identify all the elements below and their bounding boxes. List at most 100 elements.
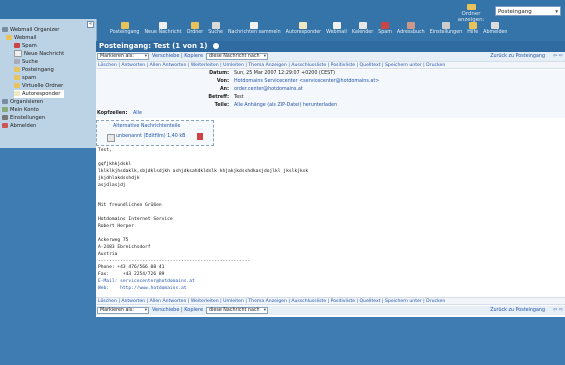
header-from: Von: Hotdomains Servicecenter <servicece… — [96, 78, 565, 86]
bottom-control-row: Markieren als: Verschiebe | Kopiere dies… — [96, 306, 565, 315]
body-line: lklklkjhsdaklk,sbjdklsdjkh ashjdksahdkld… — [98, 168, 309, 174]
toolbar-addressbook[interactable]: Adressbuch — [397, 22, 425, 38]
mark-as-select-bottom[interactable]: Markieren als: — [97, 307, 149, 314]
sidebar-item-inbox[interactable]: Posteingang — [14, 66, 54, 74]
action-links-top[interactable]: Löschen | Antworten | Allen Antworten | … — [96, 61, 565, 69]
organize-icon — [2, 99, 8, 104]
message-nav-arrows-bottom-icon[interactable]: ⇦ ⇨ — [553, 307, 563, 314]
search-icon — [211, 22, 220, 29]
toolbar-settings[interactable]: Einstellungen — [430, 22, 462, 38]
document-icon — [107, 134, 115, 142]
to-address-link[interactable]: order.center@hotdomains.at — [234, 86, 303, 94]
attachment-link[interactable]: unbenannt (Editfilm) 1,40 kB — [116, 134, 185, 139]
spam-icon — [381, 22, 390, 29]
folder-icon — [14, 75, 20, 80]
attachment-box: Alternative Nachrichtenteile unbenannt (… — [96, 120, 214, 146]
sidebar-item-spam[interactable]: Spam — [14, 42, 37, 50]
message-nav-arrows-icon[interactable]: ⇦ ⇨ — [553, 53, 563, 60]
folder-picker[interactable]: Ordner anzeigen: — [449, 4, 493, 23]
move-target-select-bottom[interactable]: diese Nachricht nach — [206, 307, 268, 314]
message-view: Posteingang: Test (1 von 1) Markieren al… — [96, 41, 565, 317]
sidebar-item-new-message[interactable]: Neue Nachricht — [14, 50, 64, 58]
header-date: Datum: Sun, 25 Mar 2007 12:29:07 +0200 (… — [96, 70, 565, 78]
show-all-headers-link[interactable]: Alle — [133, 110, 142, 118]
sidebar-item-spam-folder[interactable]: spam — [14, 74, 36, 82]
sidebar-item-autoresponder[interactable]: Autoresponder — [14, 90, 65, 98]
sidebar-item-organize[interactable]: Organisieren — [2, 98, 43, 106]
autoresponder-icon — [299, 22, 308, 29]
from-address-link[interactable]: Hotdomains Servicecenter <servicecenter@… — [234, 78, 379, 86]
move-copy-link-bottom[interactable]: Verschiebe | Kopiere — [152, 307, 203, 314]
sidebar-item-webmail[interactable]: Webmail — [6, 34, 36, 42]
webmail-icon — [6, 35, 12, 40]
new-message-icon — [159, 22, 167, 29]
toolbar-webmail[interactable]: Webmail — [326, 22, 347, 38]
webmail-icon — [332, 22, 341, 29]
body-line: Austria — [98, 251, 118, 257]
body-line: Hotdomains Internet Service — [98, 217, 173, 223]
toolbar-calendar[interactable]: Kalender — [352, 22, 373, 38]
download-icon[interactable] — [197, 133, 203, 140]
back-to-inbox-link-bottom[interactable]: Zurück zu Posteingang — [490, 307, 545, 314]
body-line: ----------------------------------------… — [98, 258, 251, 264]
move-target-select[interactable]: diese Nachricht nach — [206, 53, 268, 60]
collapse-sidebar-button[interactable]: « — [87, 21, 94, 28]
download-all-attachments-link[interactable]: Alle Anhänge (als ZIP-Datei) herunterlad… — [234, 102, 337, 110]
header-parts: Teile: Alle Anhänge (als ZIP-Datei) heru… — [96, 102, 565, 110]
inbox-icon — [14, 67, 20, 72]
settings-icon — [2, 115, 8, 120]
toolbar-folders[interactable]: Ordner — [187, 22, 203, 38]
body-line: Robert Herper — [98, 223, 134, 229]
move-copy-link[interactable]: Verschiebe | Kopiere — [152, 53, 203, 60]
toolbar-help[interactable]: Hilfe — [467, 22, 478, 38]
body-line[interactable]: Web: http://www.hotdomains.at — [98, 286, 558, 293]
help-icon — [468, 22, 477, 29]
body-line — [98, 231, 558, 238]
account-icon — [2, 107, 8, 112]
inbox-icon — [120, 22, 129, 29]
header-subject: Betreff: Test — [96, 94, 565, 102]
body-line: A-2483 Ebreichsdorf — [98, 244, 151, 250]
sidebar-item-settings[interactable]: Einstellungen — [2, 114, 45, 122]
toolbar-fetch-mail[interactable]: Nachrichten sammeln — [228, 22, 281, 38]
logout-icon — [2, 123, 8, 128]
message-title-bar: Posteingang: Test (1 von 1) — [96, 41, 565, 52]
spam-icon — [14, 43, 20, 48]
body-line: asjdlasjdj — [98, 182, 126, 188]
addressbook-icon — [406, 22, 415, 29]
logout-icon — [491, 22, 500, 29]
body-line — [98, 155, 558, 162]
search-icon — [14, 59, 20, 64]
virtual-folder-icon — [14, 83, 20, 88]
toolbar-autoresponder[interactable]: Autoresponder — [286, 22, 321, 38]
header-headers: Kopfzeilen: Alle — [96, 110, 565, 118]
message-body: Test, gqfjkhkjdskl lklklkjhsdaklk,sbjdkls… — [98, 148, 558, 293]
previous-message-icon[interactable] — [212, 43, 219, 49]
calendar-icon — [358, 22, 367, 29]
back-to-inbox-link[interactable]: Zurück zu Posteingang — [490, 53, 545, 60]
sidebar-item-search[interactable]: Suche — [14, 58, 38, 66]
toolbar-logout[interactable]: Abmelden — [483, 22, 507, 38]
body-line: Mit freundlichen Grüßen — [98, 203, 162, 209]
main-toolbar: Posteingang Neue Nachricht Ordner Suche … — [110, 22, 512, 38]
sidebar-item-virtual-folders[interactable]: Virtuelle Ordner — [14, 82, 63, 90]
sidebar-item-logout[interactable]: Abmelden — [2, 122, 36, 130]
settings-icon — [441, 22, 450, 29]
toolbar-inbox[interactable]: Posteingang — [110, 22, 139, 38]
sidebar-item-webmail-organizer[interactable]: Webmail Organizer — [2, 26, 59, 34]
new-message-icon — [14, 50, 22, 57]
toolbar-spam[interactable]: Spam — [378, 22, 392, 38]
toolbar-new-message[interactable]: Neue Nachricht — [144, 22, 182, 38]
body-line: Test, — [98, 148, 112, 153]
action-links-bottom[interactable]: Löschen | Antworten | Allen Antworten | … — [96, 297, 565, 305]
mark-as-select[interactable]: Markieren als: — [97, 53, 149, 60]
alternative-parts-title[interactable]: Alternative Nachrichtenteile — [113, 124, 180, 129]
toolbar-search[interactable]: Suche — [208, 22, 223, 38]
page-title: Posteingang: Test (1 von 1) — [99, 42, 208, 50]
sidebar-item-account[interactable]: Mein Konto — [2, 106, 39, 114]
fetch-mail-icon — [250, 22, 259, 29]
organizer-icon — [2, 27, 8, 32]
header-to: An: order.center@hotdomains.at — [96, 86, 565, 94]
folder-select[interactable]: Posteingang — [495, 6, 561, 17]
body-line — [98, 189, 558, 196]
